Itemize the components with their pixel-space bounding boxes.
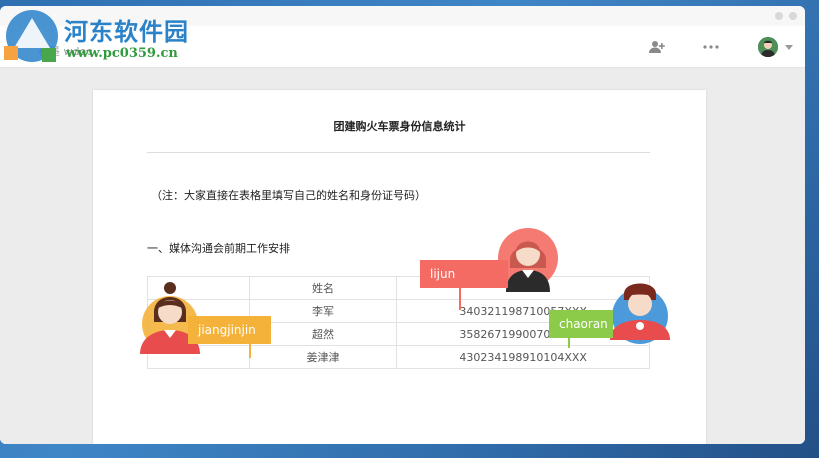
watermark-url: www.pc0359.cn <box>66 46 178 61</box>
table-cell[interactable]: 超然 <box>248 322 398 346</box>
table-cell[interactable]: 姜津津 <box>248 345 398 369</box>
collaborator-flag-lijun: lijun <box>420 260 508 288</box>
watermark-logo-icon <box>4 10 58 62</box>
document-note[interactable]: （注：大家直接在表格里填写自己的姓名和身份证号码） <box>151 187 426 203</box>
collaborator-cursor-lijun <box>459 288 461 310</box>
collaborator-flag-chaoran: chaoran <box>549 310 613 338</box>
table-cell[interactable]: 430234198910104XXX <box>396 345 650 369</box>
table-row: 姓名 <box>147 276 650 300</box>
document-title[interactable]: 团建购火车票身份信息统计 <box>93 118 706 134</box>
collaborator-cursor-chaoran <box>568 338 570 348</box>
table-row: 姜津津 430234198910104XXX <box>147 345 650 369</box>
chevron-down-icon[interactable] <box>784 36 794 58</box>
collaborator-cursor-jiangjinjin <box>249 344 251 358</box>
more-horizontal-icon[interactable] <box>700 36 722 58</box>
document-canvas: 团建购火车票身份信息统计 （注：大家直接在表格里填写自己的姓名和身份证号码） 一… <box>0 68 805 444</box>
user-avatar-icon[interactable] <box>758 37 778 57</box>
site-watermark: 河东软件园 www.pc0359.cn <box>0 0 210 72</box>
table-cell[interactable]: 李军 <box>248 299 398 323</box>
window-control-dot[interactable] <box>789 12 797 20</box>
person-add-icon[interactable] <box>646 36 668 58</box>
document-page[interactable]: 团建购火车票身份信息统计 （注：大家直接在表格里填写自己的姓名和身份证号码） 一… <box>93 90 706 444</box>
window-control-dot[interactable] <box>775 12 783 20</box>
collaborator-avatar-chaoran <box>610 283 670 344</box>
collaborator-flag-jiangjinjin: jiangjinjin <box>188 316 271 344</box>
section-heading[interactable]: 一、媒体沟通会前期工作安排 <box>147 240 290 256</box>
watermark-site-name: 河东软件园 <box>64 17 189 46</box>
title-divider <box>147 152 650 153</box>
table-cell[interactable]: 姓名 <box>248 276 398 300</box>
